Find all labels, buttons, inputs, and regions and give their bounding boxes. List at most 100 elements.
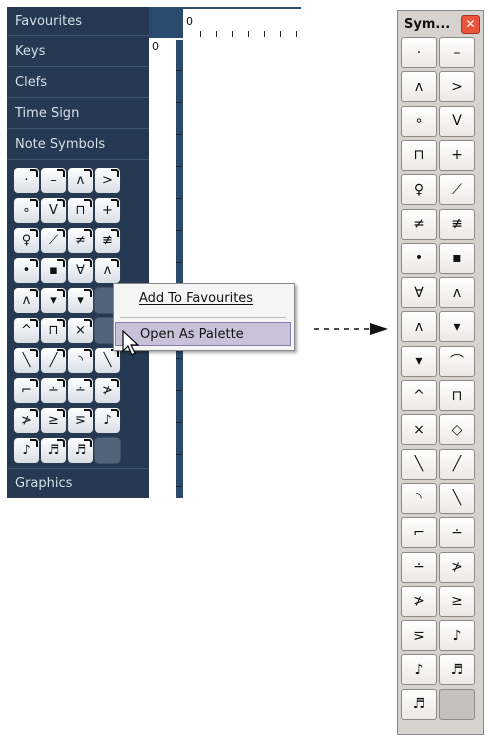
marcato-icon[interactable]: ʌ: [67, 167, 94, 194]
empty-palette-cell: [439, 688, 475, 720]
note-flag-icon: [30, 349, 38, 357]
up-bow-icon[interactable]: V: [40, 197, 67, 224]
note-flag-icon: [30, 379, 38, 387]
accent-dot-tenuto-icon[interactable]: ⋝: [67, 407, 94, 434]
palette-symbol-button[interactable]: ♬: [401, 688, 437, 720]
palette-symbol-button[interactable]: ≯: [401, 585, 437, 617]
tenuto-staccato-below-icon[interactable]: ∸: [67, 377, 94, 404]
marcato-dot-icon[interactable]: ʌ: [13, 287, 40, 314]
palette-symbol-button[interactable]: ♀: [401, 174, 437, 206]
palette-symbol-button[interactable]: ≠: [401, 208, 437, 240]
square-dot-icon[interactable]: ▪: [40, 257, 67, 284]
grace-note-icon[interactable]: ♪: [94, 407, 121, 434]
palette-symbol-button[interactable]: ≥: [439, 585, 475, 617]
palette-symbol-button[interactable]: ╲: [439, 482, 475, 514]
bend-icon[interactable]: ◝: [67, 347, 94, 374]
category-clefs[interactable]: Clefs: [7, 68, 149, 98]
palette-symbol-button[interactable]: +: [439, 139, 475, 171]
accent-tenuto-alt-icon[interactable]: ≥: [40, 407, 67, 434]
tenuto-staccato-icon[interactable]: ∸: [40, 377, 67, 404]
category-graphics[interactable]: Graphics: [7, 468, 149, 498]
palette-symbol-button[interactable]: ∀: [401, 277, 437, 309]
palette-titlebar[interactable]: Sym... ✕: [400, 13, 481, 35]
palette-symbol-button[interactable]: ∸: [439, 517, 475, 549]
palette-symbol-button[interactable]: ◝: [401, 482, 437, 514]
rise-icon[interactable]: ╱: [40, 347, 67, 374]
category-keys[interactable]: Keys: [7, 37, 149, 67]
palette-symbol-button[interactable]: ∸: [401, 551, 437, 583]
marcato-staccato-icon[interactable]: ∀: [67, 257, 94, 284]
palette-symbol-button[interactable]: >: [439, 71, 475, 103]
score-page[interactable]: [183, 38, 301, 498]
palette-symbol-button[interactable]: ⟋: [439, 174, 475, 206]
palette-symbol-button[interactable]: ×: [401, 414, 437, 446]
short-fermata-icon[interactable]: ^: [13, 317, 40, 344]
thumb-position-icon[interactable]: ♀: [13, 227, 40, 254]
menu-item-add-to-favourites[interactable]: Add To Favourites: [115, 287, 291, 311]
palette-symbol-button[interactable]: ⊓: [439, 380, 475, 411]
ruler-tick: [176, 486, 182, 487]
dot-icon[interactable]: •: [13, 257, 40, 284]
palette-symbol-button[interactable]: •: [401, 242, 437, 274]
wedge-icon[interactable]: ▾: [40, 287, 67, 314]
palette-symbol-glyph: >: [451, 78, 463, 95]
palette-symbol-button[interactable]: ʌ: [401, 71, 437, 103]
staccatissimo-icon[interactable]: ▾: [67, 287, 94, 314]
tremolo-1-icon[interactable]: ⟋: [40, 227, 67, 254]
palette-symbol-button[interactable]: –: [439, 37, 475, 68]
palette-symbol-glyph: ⊓: [413, 147, 425, 164]
palette-symbol-button[interactable]: ╲: [401, 448, 437, 480]
palette-symbol-glyph: ^: [413, 387, 425, 404]
tremolo-3-icon[interactable]: ≢: [94, 227, 121, 254]
palette-symbol-button[interactable]: ∘: [401, 105, 437, 137]
tenuto-icon[interactable]: –: [40, 167, 67, 194]
category-favourites[interactable]: Favourites: [7, 7, 149, 36]
note-flag-icon: [57, 439, 65, 447]
symbols-palette-window[interactable]: Sym... ✕ · – ʌ > ∘ V ⊓ + ♀ ⟋ ≠ ≢ • ▪ ∀ ʌ ʌ ▾ ▾ ⌒ ^ ⊓ × ◇ ╲ ╱ ◝ ╲ ⌐ ∸ ∸…: [397, 10, 484, 735]
palette-symbol-button[interactable]: ʌ: [401, 311, 437, 343]
sixteenth-note-icon[interactable]: ♬: [40, 437, 67, 464]
glissando-icon[interactable]: ╲: [94, 347, 121, 374]
eighth-note-icon[interactable]: ♪: [13, 437, 40, 464]
scoop-icon[interactable]: ⌐: [13, 377, 40, 404]
square-fermata-icon[interactable]: ⊓: [40, 317, 67, 344]
palette-symbol-button[interactable]: ·: [401, 37, 437, 68]
fall-icon[interactable]: ╲: [13, 347, 40, 374]
accent-staccato-icon[interactable]: ≯: [94, 377, 121, 404]
palette-symbol-button[interactable]: ♪: [439, 620, 475, 652]
palette-symbol-button[interactable]: ⌒: [439, 345, 475, 377]
accent-tenuto-icon[interactable]: ≯: [13, 407, 40, 434]
palette-symbol-button[interactable]: ◇: [439, 414, 475, 446]
palette-symbol-button[interactable]: ▾: [439, 311, 475, 343]
down-bow-icon[interactable]: ⊓: [67, 197, 94, 224]
palette-symbol-button[interactable]: ^: [401, 380, 437, 411]
palette-symbol-button[interactable]: ╱: [439, 448, 475, 480]
palette-symbol-button[interactable]: ≢: [439, 208, 475, 240]
thirtysecond-note-icon[interactable]: ♬: [67, 437, 94, 464]
palette-symbol-button[interactable]: ⊓: [401, 139, 437, 171]
marcato-alt-icon[interactable]: ʌ: [94, 257, 121, 284]
accent-icon[interactable]: >: [94, 167, 121, 194]
staccato-icon[interactable]: ·: [13, 167, 40, 194]
palette-symbol-button[interactable]: ⌐: [401, 517, 437, 549]
close-icon[interactable]: ✕: [461, 15, 480, 34]
palette-symbol-button[interactable]: ▾: [401, 345, 437, 377]
menu-item-open-as-palette[interactable]: Open As Palette: [115, 322, 291, 346]
stopped-icon[interactable]: +: [94, 197, 121, 224]
palette-symbol-button[interactable]: ▪: [439, 242, 475, 274]
palette-symbol-button[interactable]: ⋝: [401, 620, 437, 652]
note-flag-icon: [57, 289, 65, 297]
palette-symbol-button[interactable]: ♬: [439, 654, 475, 686]
harmonic-icon[interactable]: ∘: [13, 197, 40, 224]
palette-symbol-button[interactable]: ≯: [439, 551, 475, 583]
cross-icon[interactable]: ×: [67, 317, 94, 344]
palette-symbol-button[interactable]: ♪: [401, 654, 437, 686]
ruler-tick: [176, 230, 182, 231]
palette-symbol-button[interactable]: V: [439, 105, 475, 137]
palette-symbol-button[interactable]: ʌ: [439, 277, 475, 309]
category-time-sign[interactable]: Time Sign: [7, 99, 149, 129]
note-flag-icon: [84, 349, 92, 357]
tremolo-2-icon[interactable]: ≠: [67, 227, 94, 254]
category-note-symbols[interactable]: Note Symbols: [7, 130, 149, 160]
symbol-glyph: ◝: [77, 353, 84, 368]
